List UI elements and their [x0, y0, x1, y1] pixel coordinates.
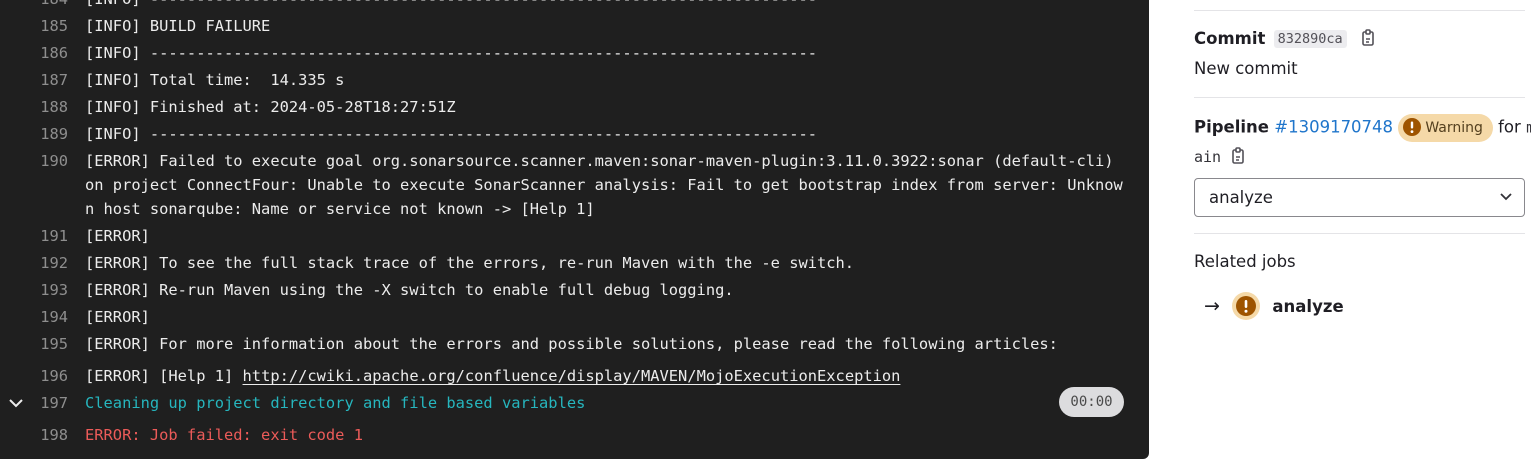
arrow-right-icon: → — [1204, 295, 1220, 317]
help-link[interactable]: http://cwiki.apache.org/confluence/displ… — [243, 367, 901, 385]
copy-icon[interactable] — [1230, 147, 1246, 169]
divider — [1194, 233, 1525, 234]
commit-message: New commit — [1194, 59, 1298, 78]
commit-sha[interactable]: 832890ca — [1273, 30, 1347, 48]
line-number[interactable]: 191 — [20, 224, 68, 248]
pipeline-ref[interactable]: m — [1526, 119, 1531, 137]
line-number[interactable]: 184 — [20, 0, 68, 11]
log-text: [INFO] ---------------------------------… — [85, 44, 818, 62]
divider — [1194, 10, 1525, 11]
log-text: [ERROR] To see the full stack trace of t… — [85, 254, 855, 272]
warning-icon — [1232, 292, 1261, 320]
pipeline-status-badge[interactable]: Warning — [1398, 114, 1493, 142]
log-text: [ERROR] — [85, 227, 150, 245]
line-number[interactable]: 194 — [20, 305, 68, 329]
log-text: [INFO] ---------------------------------… — [85, 125, 818, 143]
log-text: [ERROR] [Help 1] — [85, 367, 243, 385]
log-text: [INFO] ---------------------------------… — [85, 0, 1125, 11]
line-number[interactable]: 192 — [20, 251, 68, 275]
log-text: [INFO] Total time: 14.335 s — [85, 71, 345, 89]
log-text: [INFO] Finished at: 2024-05-28T18:27:51Z — [85, 98, 456, 116]
pipeline-ref[interactable]: ain — [1194, 148, 1221, 166]
warning-icon — [1403, 118, 1422, 136]
log-text: [ERROR] Failed to execute goal org.sonar… — [85, 152, 1123, 218]
line-number[interactable]: 195 — [20, 332, 68, 356]
log-text: [INFO] BUILD FAILURE — [85, 17, 271, 35]
line-number[interactable]: 188 — [20, 95, 68, 119]
commit-row: Commit 832890ca — [1194, 29, 1376, 51]
pipeline-for-text: for — [1498, 117, 1521, 137]
pipeline-ref-continued: ain — [1194, 147, 1246, 169]
log-text: [ERROR] For more information about the e… — [85, 335, 1058, 353]
job-log: 184 [INFO] ------------------------------… — [0, 0, 1149, 459]
line-number[interactable]: 198 — [20, 423, 68, 447]
commit-label: Commit — [1194, 29, 1266, 48]
pipeline-status-text: Warning — [1425, 120, 1483, 136]
log-text: [ERROR] Re-run Maven using the -X switch… — [85, 281, 734, 299]
line-number[interactable]: 185 — [20, 14, 68, 38]
log-text: [ERROR] — [85, 308, 150, 326]
related-jobs-heading: Related jobs — [1194, 252, 1296, 271]
pipeline-label: Pipeline — [1194, 117, 1269, 137]
divider — [1194, 97, 1525, 98]
job-failed-message: ERROR: Job failed: exit code 1 — [85, 426, 363, 444]
pipeline-row: Pipeline #1309170748 Warning for m — [1194, 114, 1531, 142]
stage-select[interactable]: analyze — [1194, 178, 1525, 217]
line-number[interactable]: 196 — [20, 364, 68, 388]
line-number[interactable]: 190 — [20, 149, 68, 173]
line-number[interactable]: 187 — [20, 68, 68, 92]
stage-select-value: analyze — [1209, 188, 1273, 207]
related-job-name[interactable]: analyze — [1272, 297, 1343, 316]
section-title: Cleaning up project directory and file b… — [85, 394, 586, 412]
section-duration-badge: 00:00 — [1059, 387, 1124, 417]
pipeline-link[interactable]: #1309170748 — [1274, 118, 1393, 137]
related-job-item[interactable]: → analyze — [1204, 291, 1344, 321]
chevron-down-icon — [1500, 193, 1512, 201]
line-number[interactable]: 193 — [20, 278, 68, 302]
line-number[interactable]: 197 — [20, 391, 68, 415]
line-number[interactable]: 189 — [20, 122, 68, 146]
line-number[interactable]: 186 — [20, 41, 68, 65]
copy-icon[interactable] — [1360, 29, 1376, 51]
